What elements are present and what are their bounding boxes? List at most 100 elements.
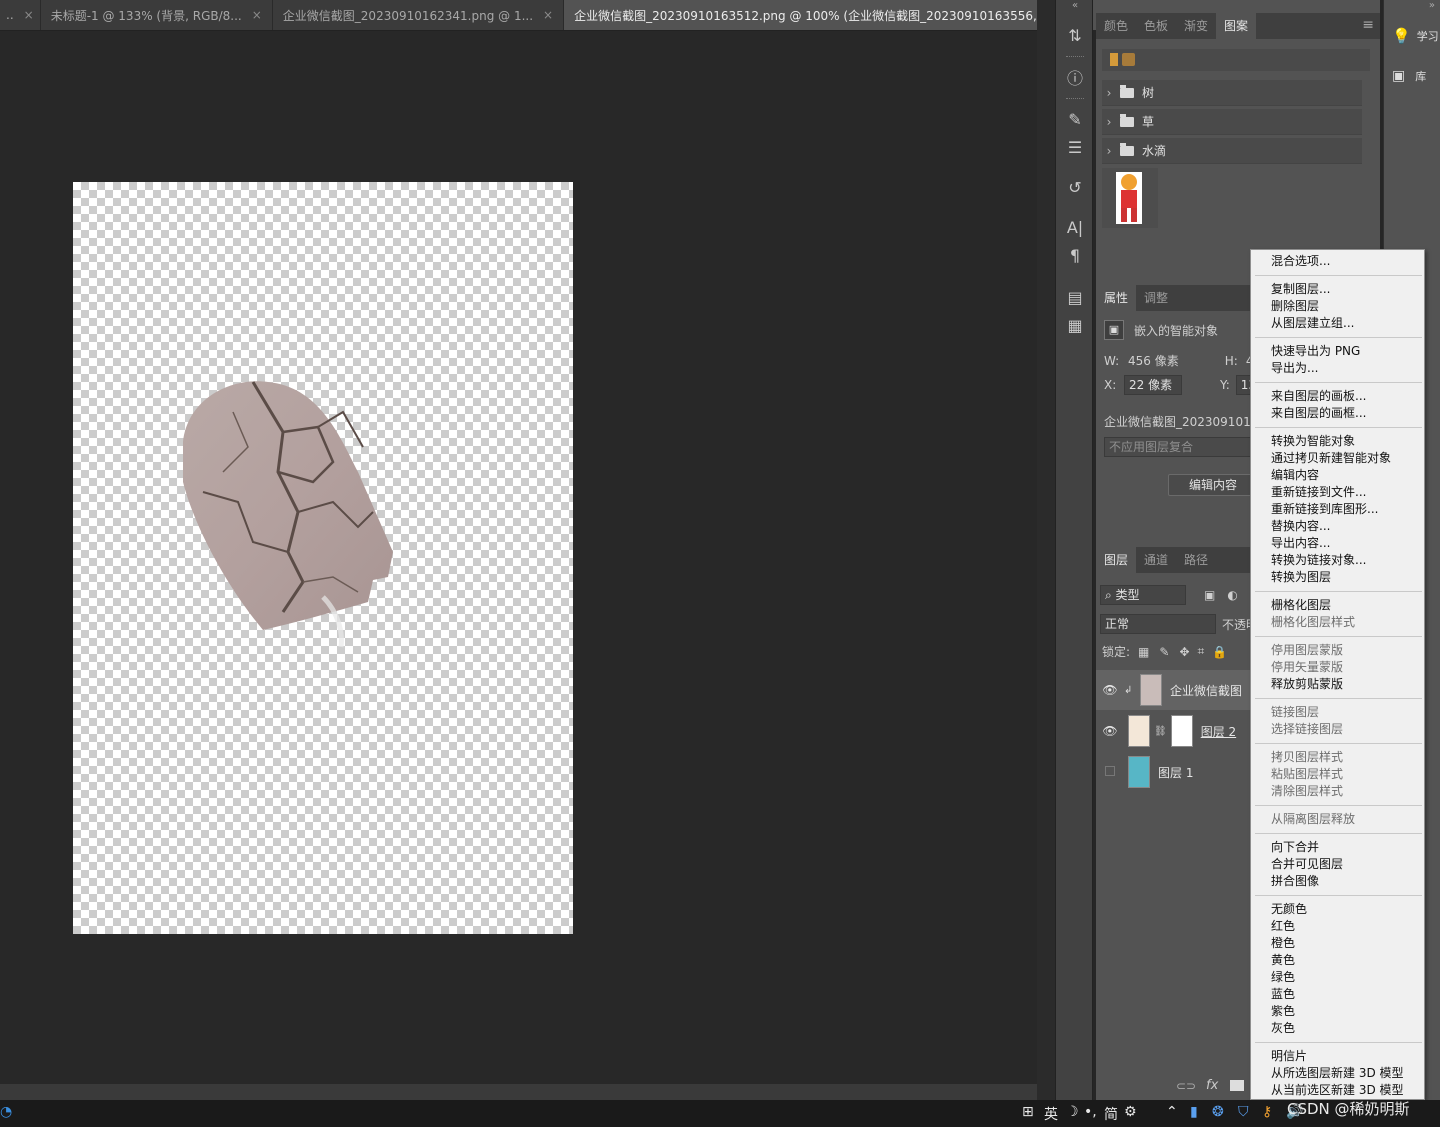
lock-move-icon[interactable]: ✥ <box>1179 645 1189 659</box>
paragraph-icon[interactable]: ¶ <box>1056 242 1094 268</box>
menu-item[interactable]: 快速导出为 PNG <box>1251 343 1424 360</box>
collapse-left-icon[interactable]: « <box>1056 0 1094 12</box>
menu-item[interactable]: 合并可见图层 <box>1251 856 1424 873</box>
glyphs-icon[interactable]: ▤ <box>1056 284 1094 310</box>
tab-properties[interactable]: 属性 <box>1096 285 1137 311</box>
menu-item[interactable]: 黄色 <box>1251 952 1424 969</box>
tab-adjustments[interactable]: 调整 <box>1136 285 1176 311</box>
tab-swatches[interactable]: 色板 <box>1136 13 1176 39</box>
menu-item[interactable]: 蓝色 <box>1251 986 1424 1003</box>
notes-icon[interactable]: ▦ <box>1056 312 1094 338</box>
menu-item[interactable]: 无颜色 <box>1251 901 1424 918</box>
layer-comp-select[interactable]: 不应用图层复合 <box>1104 437 1254 457</box>
history-icon[interactable]: ⇅ <box>1056 22 1094 48</box>
grip-icon[interactable] <box>1066 98 1084 100</box>
brush-icon[interactable]: ✎ <box>1056 106 1094 132</box>
horizontal-scrollbar[interactable] <box>0 1084 1037 1100</box>
pattern-preset-icon[interactable] <box>1110 53 1118 66</box>
doc-tab-0[interactable]: .. × <box>0 0 41 30</box>
lock-all-icon[interactable]: 🔒 <box>1212 645 1227 659</box>
tab-gradients[interactable]: 渐变 <box>1176 13 1216 39</box>
canvas-area[interactable] <box>0 31 1037 1084</box>
shield-icon[interactable]: ⛉ <box>1238 1104 1249 1120</box>
menu-item[interactable]: 来自图层的画框... <box>1251 405 1424 422</box>
menu-item[interactable]: 从当前选区新建 3D 模型 <box>1251 1082 1424 1099</box>
document-canvas[interactable] <box>73 182 573 934</box>
blend-mode-select[interactable]: 正常 <box>1100 614 1216 634</box>
pattern-group-tree[interactable]: › 树 <box>1102 80 1362 106</box>
edit-contents-button[interactable]: 编辑内容 <box>1168 474 1258 496</box>
tab-color[interactable]: 颜色 <box>1096 13 1136 39</box>
visibility-toggle[interactable] <box>1096 765 1124 779</box>
menu-item[interactable]: 转换为链接对象... <box>1251 552 1424 569</box>
pattern-group-water[interactable]: › 水滴 <box>1102 138 1362 164</box>
menu-item[interactable]: 编辑内容 <box>1251 467 1424 484</box>
menu-item[interactable]: 复制图层... <box>1251 281 1424 298</box>
fx-button[interactable]: fx <box>1206 1078 1218 1093</box>
menu-item[interactable]: 删除图层 <box>1251 298 1424 315</box>
adjustment-filter-icon[interactable]: ◐ <box>1227 588 1237 602</box>
close-icon[interactable]: × <box>24 8 34 22</box>
panel-menu-icon[interactable]: ≡ <box>1362 17 1374 33</box>
layer-name[interactable]: 企业微信截图 <box>1170 682 1242 699</box>
menu-item[interactable]: 绿色 <box>1251 969 1424 986</box>
character-icon[interactable]: A| <box>1056 214 1094 240</box>
menu-item[interactable]: 红色 <box>1251 918 1424 935</box>
ime-mode[interactable]: 英 <box>1044 1104 1058 1124</box>
learn-panel-button[interactable]: 💡 学习 <box>1392 27 1439 45</box>
pattern-thumbnail[interactable] <box>1102 168 1158 228</box>
lock-transparent-icon[interactable]: ▦ <box>1138 645 1149 659</box>
key-icon[interactable]: ⚷ <box>1262 1104 1272 1120</box>
ime-grid-icon[interactable]: ⊞ <box>1022 1104 1034 1120</box>
start-icon[interactable]: ◔ <box>0 1104 12 1120</box>
tab-paths[interactable]: 路径 <box>1176 547 1216 573</box>
menu-item[interactable]: 从所选图层新建 3D 模型 <box>1251 1065 1424 1082</box>
width-value[interactable]: 456 像素 <box>1128 352 1179 369</box>
chevron-right-icon[interactable]: › <box>1102 86 1116 100</box>
menu-item[interactable]: 重新链接到文件... <box>1251 484 1424 501</box>
libraries-panel-button[interactable]: ▣ 库 <box>1392 68 1426 84</box>
tab-layers[interactable]: 图层 <box>1096 547 1137 573</box>
grip-icon[interactable] <box>1066 56 1084 58</box>
x-field[interactable]: 22 像素 <box>1124 375 1182 395</box>
add-mask-icon[interactable] <box>1230 1080 1244 1091</box>
link-layers-icon[interactable]: ⊂⊃ <box>1176 1079 1196 1093</box>
menu-item[interactable]: 转换为智能对象 <box>1251 433 1424 450</box>
menu-item[interactable]: 导出内容... <box>1251 535 1424 552</box>
lock-artboard-icon[interactable]: ⌗ <box>1198 644 1205 659</box>
menu-item[interactable]: 转换为图层 <box>1251 569 1424 586</box>
menu-item[interactable]: 紫色 <box>1251 1003 1424 1020</box>
menu-item[interactable]: 释放剪贴蒙版 <box>1251 676 1424 693</box>
pattern-preset-icon[interactable] <box>1122 53 1135 66</box>
doc-tab-2[interactable]: 企业微信截图_20230910162341.png @ 1... × <box>272 0 565 30</box>
visibility-eye-icon[interactable]: 👁 <box>1096 683 1124 697</box>
layer-filter-select[interactable]: ⌕ 类型 <box>1100 585 1186 605</box>
tray-app-icon[interactable]: ▮ <box>1190 1104 1198 1120</box>
close-icon[interactable]: × <box>543 8 553 22</box>
menu-item[interactable]: 来自图层的画板... <box>1251 388 1424 405</box>
menu-item[interactable]: 向下合并 <box>1251 839 1424 856</box>
menu-item[interactable]: 明信片 <box>1251 1048 1424 1065</box>
link-icon[interactable]: ⛓ <box>1154 726 1167 737</box>
close-icon[interactable]: × <box>252 8 262 22</box>
menu-item[interactable]: 导出为... <box>1251 360 1424 377</box>
tab-patterns[interactable]: 图案 <box>1216 13 1257 39</box>
lock-paint-icon[interactable]: ✎ <box>1159 645 1169 659</box>
menu-item[interactable]: 橙色 <box>1251 935 1424 952</box>
sliders-icon[interactable]: ☰ <box>1056 134 1094 160</box>
menu-item[interactable]: 拼合图像 <box>1251 873 1424 890</box>
chevron-right-icon[interactable]: › <box>1102 144 1116 158</box>
menu-item[interactable]: 替换内容... <box>1251 518 1424 535</box>
moon-icon[interactable]: ☽ <box>1066 1104 1079 1120</box>
pattern-search-bar[interactable] <box>1102 49 1370 71</box>
image-filter-icon[interactable]: ▣ <box>1204 588 1215 602</box>
tray-up-icon[interactable]: ⌃ <box>1166 1104 1178 1120</box>
menu-item[interactable]: 通过拷贝新建智能对象 <box>1251 450 1424 467</box>
doc-tab-1[interactable]: 未标题-1 @ 133% (背景, RGB/8... × <box>40 0 273 30</box>
info-icon[interactable]: ⓘ <box>1056 64 1094 90</box>
pattern-group-grass[interactable]: › 草 <box>1102 109 1362 135</box>
punctuation-icon[interactable]: •, <box>1084 1104 1097 1120</box>
layer-name[interactable]: 图层 1 <box>1158 764 1193 781</box>
menu-item[interactable]: 从图层建立组... <box>1251 315 1424 332</box>
chevron-right-icon[interactable]: › <box>1102 115 1116 129</box>
